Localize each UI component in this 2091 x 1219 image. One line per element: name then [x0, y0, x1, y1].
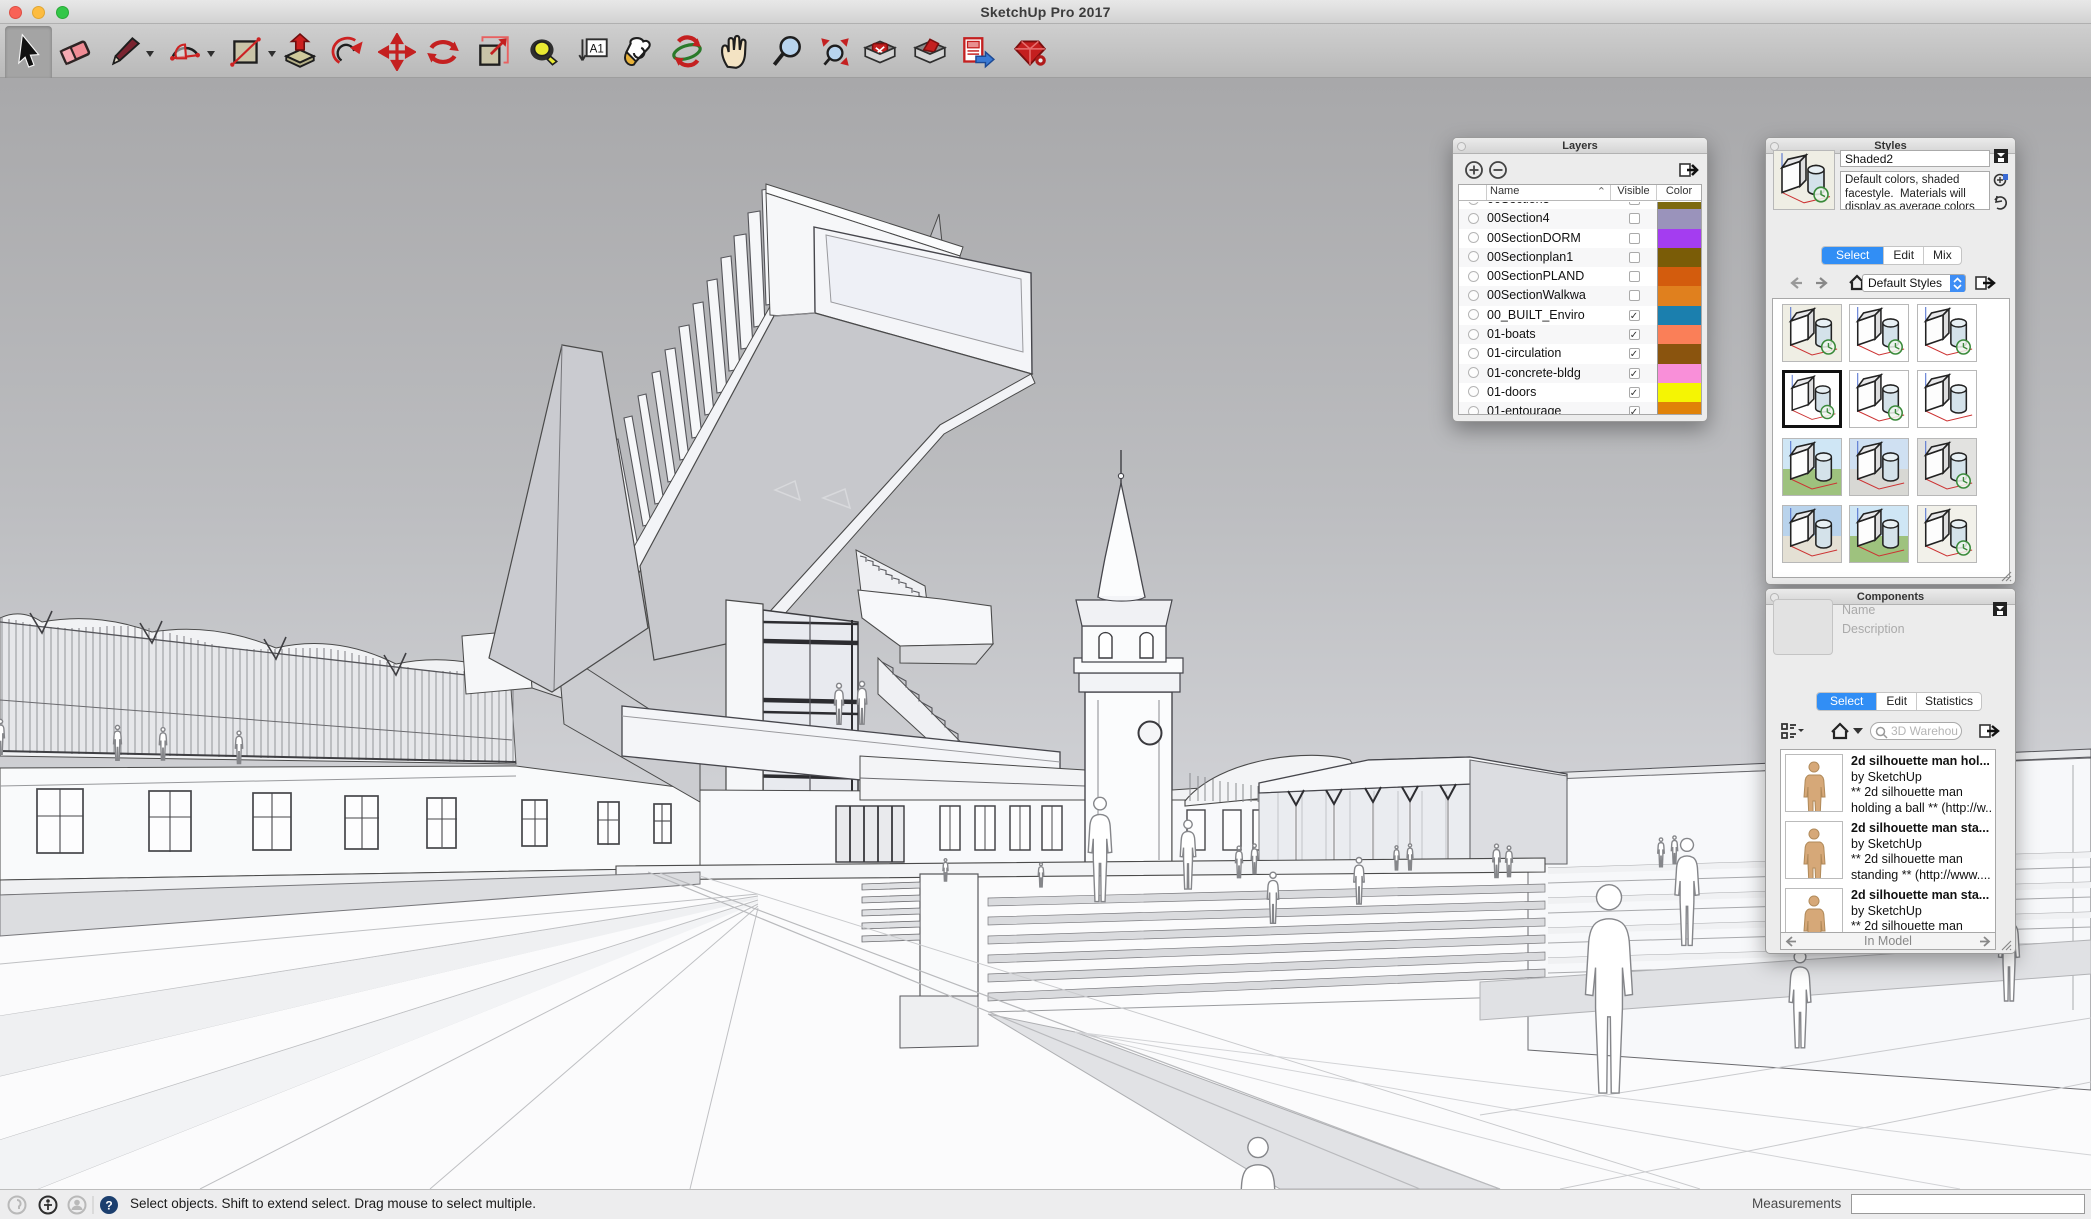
svg-text:?: ?	[105, 1199, 112, 1213]
svg-text:A1: A1	[590, 43, 604, 56]
